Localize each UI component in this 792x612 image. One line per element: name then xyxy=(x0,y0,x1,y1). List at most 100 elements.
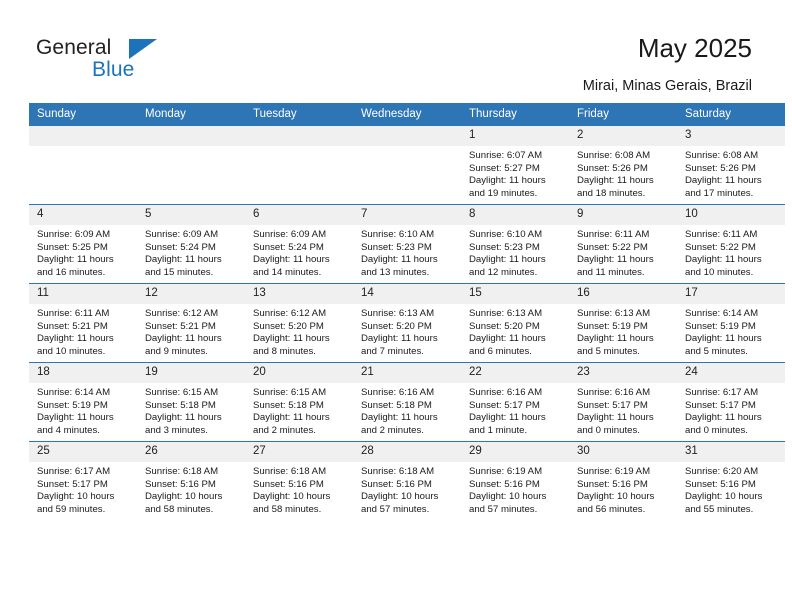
day-number: 15 xyxy=(461,284,569,304)
calendar-day-cell[interactable]: 21 Sunrise: 6:16 AM Sunset: 5:18 PM Dayligh… xyxy=(353,362,461,442)
calendar-day-cell[interactable]: 14 Sunrise: 6:13 AM Sunset: 5:20 PM Dayligh… xyxy=(353,283,461,363)
calendar-day-cell[interactable]: 28 Sunrise: 6:18 AM Sunset: 5:16 PM Dayligh… xyxy=(353,441,461,520)
calendar-day-cell[interactable]: 18 Sunrise: 6:14 AM Sunset: 5:19 PM Dayligh… xyxy=(29,362,137,442)
calendar-week-row: 11 Sunrise: 6:11 AM Sunset: 5:21 PM Dayligh… xyxy=(29,283,785,363)
sunrise-text: Sunrise: 6:15 AM xyxy=(145,387,219,398)
daylight-text-line2: and 18 minutes. xyxy=(577,188,646,200)
calendar-day-cell[interactable]: 25 Sunrise: 6:17 AM Sunset: 5:17 PM Dayligh… xyxy=(29,441,137,520)
day-number: 17 xyxy=(677,284,785,304)
day-number: 26 xyxy=(137,442,245,462)
calendar-day-cell[interactable]: 27 Sunrise: 6:18 AM Sunset: 5:16 PM Dayligh… xyxy=(245,441,353,520)
day-number: 1 xyxy=(461,126,569,146)
day-details: Sunrise: 6:16 AM Sunset: 5:17 PM Daylight:… xyxy=(461,383,569,438)
daylight-text-line1: Daylight: 11 hours xyxy=(145,254,222,266)
day-details: Sunrise: 6:10 AM Sunset: 5:23 PM Daylight:… xyxy=(461,225,569,280)
calendar-day-cell[interactable]: 12 Sunrise: 6:12 AM Sunset: 5:21 PM Dayligh… xyxy=(137,283,245,363)
sunset-text: Sunset: 5:18 PM xyxy=(361,399,432,411)
daylight-text-line1: Daylight: 10 hours xyxy=(577,491,655,503)
daylight-text-line2: and 5 minutes. xyxy=(577,346,640,358)
sunrise-text: Sunrise: 6:11 AM xyxy=(37,308,110,319)
sunset-text: Sunset: 5:22 PM xyxy=(685,241,756,253)
calendar-day-cell[interactable]: 29 Sunrise: 6:19 AM Sunset: 5:16 PM Dayligh… xyxy=(461,441,569,520)
calendar-day-cell[interactable]: 7 Sunrise: 6:10 AM Sunset: 5:23 PM Daylight… xyxy=(353,204,461,284)
calendar-day-cell[interactable]: 11 Sunrise: 6:11 AM Sunset: 5:21 PM Dayligh… xyxy=(29,283,137,363)
sunrise-text: Sunrise: 6:09 AM xyxy=(145,229,219,240)
sunset-text: Sunset: 5:22 PM xyxy=(577,241,648,253)
sunrise-text: Sunrise: 6:16 AM xyxy=(577,387,651,398)
weekday-header-friday: Friday xyxy=(569,103,677,126)
calendar-day-cell[interactable]: 4 Sunrise: 6:09 AM Sunset: 5:25 PM Daylight… xyxy=(29,204,137,284)
day-number: 19 xyxy=(137,363,245,383)
daylight-text-line1: Daylight: 11 hours xyxy=(145,412,222,424)
daylight-text-line2: and 10 minutes. xyxy=(37,346,106,358)
daylight-text-line2: and 7 minutes. xyxy=(361,346,424,358)
calendar-day-cell[interactable]: 23 Sunrise: 6:16 AM Sunset: 5:17 PM Dayligh… xyxy=(569,362,677,442)
sunset-text: Sunset: 5:24 PM xyxy=(145,241,216,253)
sunset-text: Sunset: 5:17 PM xyxy=(685,399,756,411)
sunset-text: Sunset: 5:16 PM xyxy=(253,478,324,490)
day-number: 6 xyxy=(245,205,353,225)
day-number: 2 xyxy=(569,126,677,146)
day-number: 30 xyxy=(569,442,677,462)
day-number: 3 xyxy=(677,126,785,146)
calendar-day-cell[interactable]: 3 Sunrise: 6:08 AM Sunset: 5:26 PM Daylight… xyxy=(677,126,785,205)
calendar-body: 1 Sunrise: 6:07 AM Sunset: 5:27 PM Daylight… xyxy=(29,126,785,520)
day-number: 12 xyxy=(137,284,245,304)
calendar-day-cell[interactable]: 20 Sunrise: 6:15 AM Sunset: 5:18 PM Dayligh… xyxy=(245,362,353,442)
daylight-text-line1: Daylight: 11 hours xyxy=(577,175,654,187)
day-details: Sunrise: 6:08 AM Sunset: 5:26 PM Daylight:… xyxy=(677,146,785,201)
day-number: 16 xyxy=(569,284,677,304)
day-details: Sunrise: 6:16 AM Sunset: 5:17 PM Daylight:… xyxy=(569,383,677,438)
calendar-day-cell[interactable]: 17 Sunrise: 6:14 AM Sunset: 5:19 PM Dayligh… xyxy=(677,283,785,363)
sunrise-text: Sunrise: 6:10 AM xyxy=(361,229,435,240)
calendar-day-cell[interactable]: 16 Sunrise: 6:13 AM Sunset: 5:19 PM Dayligh… xyxy=(569,283,677,363)
daylight-text-line1: Daylight: 10 hours xyxy=(37,491,115,503)
calendar-day-cell[interactable]: 8 Sunrise: 6:10 AM Sunset: 5:23 PM Daylight… xyxy=(461,204,569,284)
sunrise-text: Sunrise: 6:12 AM xyxy=(253,308,327,319)
day-number: 20 xyxy=(245,363,353,383)
calendar-day-cell[interactable]: 30 Sunrise: 6:19 AM Sunset: 5:16 PM Dayligh… xyxy=(569,441,677,520)
sunrise-text: Sunrise: 6:13 AM xyxy=(469,308,543,319)
calendar-day-cell[interactable]: 5 Sunrise: 6:09 AM Sunset: 5:24 PM Daylight… xyxy=(137,204,245,284)
daylight-text-line2: and 19 minutes. xyxy=(469,188,538,200)
daylight-text-line2: and 2 minutes. xyxy=(361,425,424,437)
daylight-text-line2: and 55 minutes. xyxy=(685,504,754,516)
sunset-text: Sunset: 5:20 PM xyxy=(469,320,540,332)
calendar-day-cell[interactable]: 10 Sunrise: 6:11 AM Sunset: 5:22 PM Dayligh… xyxy=(677,204,785,284)
calendar-day-cell[interactable]: 19 Sunrise: 6:15 AM Sunset: 5:18 PM Dayligh… xyxy=(137,362,245,442)
weekday-header-tuesday: Tuesday xyxy=(245,103,353,126)
sunset-text: Sunset: 5:16 PM xyxy=(685,478,756,490)
day-number: 31 xyxy=(677,442,785,462)
page-subtitle: Mirai, Minas Gerais, Brazil xyxy=(582,78,752,94)
sunset-text: Sunset: 5:26 PM xyxy=(685,162,756,174)
calendar-day-cell[interactable]: 13 Sunrise: 6:12 AM Sunset: 5:20 PM Dayligh… xyxy=(245,283,353,363)
day-details: Sunrise: 6:13 AM Sunset: 5:20 PM Daylight:… xyxy=(461,304,569,359)
calendar-day-cell[interactable]: 9 Sunrise: 6:11 AM Sunset: 5:22 PM Daylight… xyxy=(569,204,677,284)
daylight-text-line2: and 4 minutes. xyxy=(37,425,100,437)
sunrise-text: Sunrise: 6:14 AM xyxy=(37,387,111,398)
page-header: General Blue May 2025 Mirai, Minas Gerai… xyxy=(0,0,792,103)
day-number xyxy=(245,126,353,146)
day-details: Sunrise: 6:12 AM Sunset: 5:21 PM Daylight:… xyxy=(137,304,245,359)
calendar-day-cell[interactable]: 1 Sunrise: 6:07 AM Sunset: 5:27 PM Daylight… xyxy=(461,126,569,205)
daylight-text-line2: and 15 minutes. xyxy=(145,267,214,279)
calendar-day-cell[interactable]: 15 Sunrise: 6:13 AM Sunset: 5:20 PM Dayligh… xyxy=(461,283,569,363)
sunrise-text: Sunrise: 6:08 AM xyxy=(577,150,651,161)
day-details: Sunrise: 6:11 AM Sunset: 5:22 PM Daylight:… xyxy=(677,225,785,280)
day-number: 10 xyxy=(677,205,785,225)
sunrise-text: Sunrise: 6:11 AM xyxy=(685,229,758,240)
calendar-day-cell[interactable]: 2 Sunrise: 6:08 AM Sunset: 5:26 PM Daylight… xyxy=(569,126,677,205)
calendar-day-cell[interactable]: 26 Sunrise: 6:18 AM Sunset: 5:16 PM Dayligh… xyxy=(137,441,245,520)
day-details: Sunrise: 6:15 AM Sunset: 5:18 PM Daylight:… xyxy=(137,383,245,438)
sunrise-text: Sunrise: 6:13 AM xyxy=(577,308,651,319)
calendar-day-cell[interactable]: 6 Sunrise: 6:09 AM Sunset: 5:24 PM Daylight… xyxy=(245,204,353,284)
page-title: May 2025 xyxy=(637,33,752,63)
brand-triangle-icon xyxy=(129,39,157,59)
calendar-header-row-group: Sunday Monday Tuesday Wednesday Thursday… xyxy=(29,103,785,126)
calendar-day-cell[interactable]: 24 Sunrise: 6:17 AM Sunset: 5:17 PM Dayligh… xyxy=(677,362,785,442)
sunrise-text: Sunrise: 6:11 AM xyxy=(577,229,650,240)
calendar-day-cell[interactable]: 31 Sunrise: 6:20 AM Sunset: 5:16 PM Dayligh… xyxy=(677,441,785,520)
day-number xyxy=(137,126,245,146)
calendar-day-cell[interactable]: 22 Sunrise: 6:16 AM Sunset: 5:17 PM Dayligh… xyxy=(461,362,569,442)
brand-logo[interactable]: General Blue xyxy=(36,36,166,84)
